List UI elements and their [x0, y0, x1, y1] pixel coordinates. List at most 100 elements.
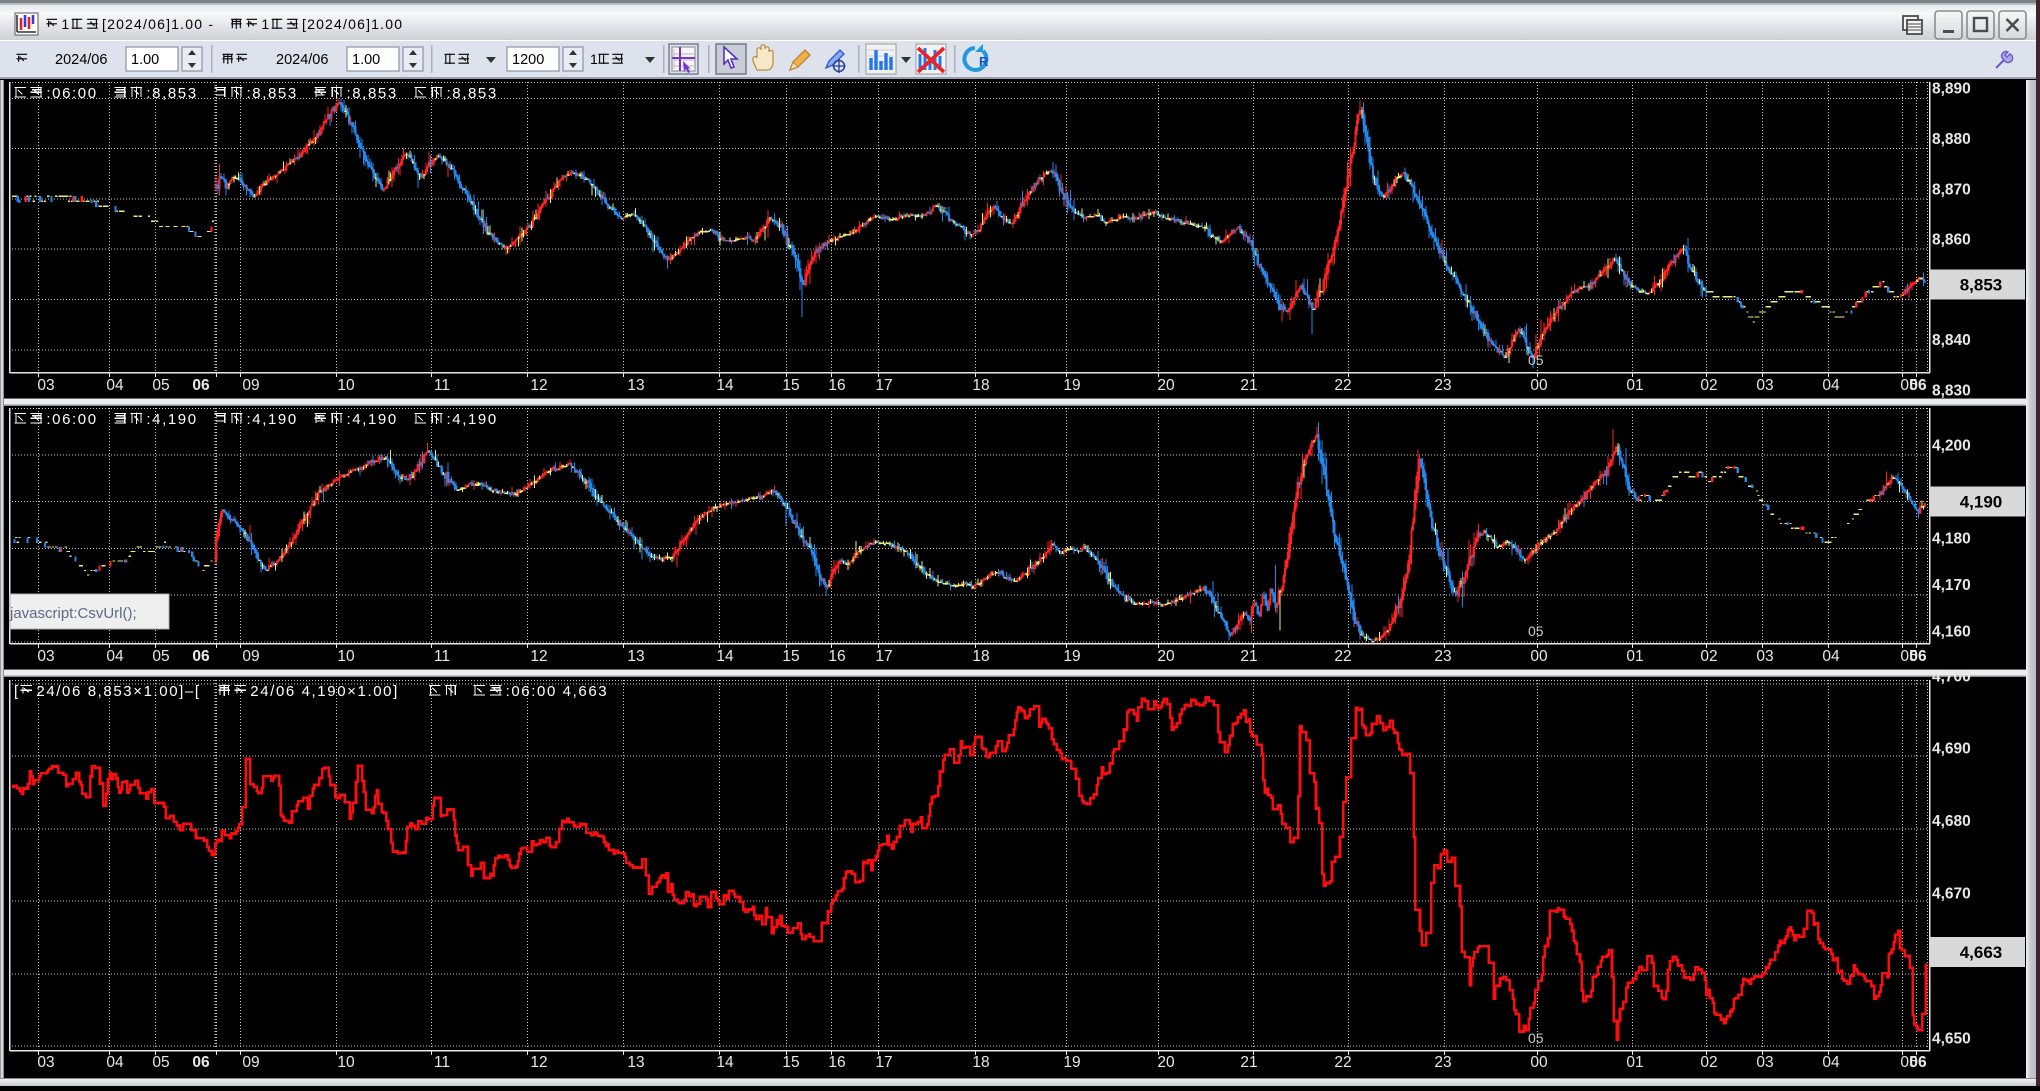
svg-text:4,700: 4,700 [1932, 669, 1971, 686]
svg-text:00: 00 [1530, 377, 1548, 394]
svg-text:06: 06 [192, 648, 210, 665]
svg-text::8,853: :8,853 [247, 85, 298, 102]
svg-text::4,190: :4,190 [447, 411, 498, 428]
svg-text:19: 19 [1063, 648, 1080, 665]
svg-text:06: 06 [192, 377, 210, 394]
svg-text:05: 05 [152, 1054, 169, 1071]
svg-text:22: 22 [1334, 1054, 1351, 1071]
svg-text:11: 11 [434, 377, 450, 394]
svg-text:4,690: 4,690 [1932, 741, 1971, 758]
svg-text:20: 20 [1157, 1054, 1175, 1071]
svg-text:17: 17 [875, 648, 892, 665]
svg-text:10: 10 [337, 1054, 355, 1071]
svg-text:8,880: 8,880 [1932, 131, 1971, 148]
svg-text:06: 06 [192, 1054, 210, 1071]
svg-text::4,190: :4,190 [146, 411, 197, 428]
svg-text:R: R [979, 54, 989, 69]
svg-text:15: 15 [782, 1054, 799, 1071]
svg-text:23: 23 [1434, 648, 1451, 665]
svg-text:05: 05 [152, 648, 169, 665]
svg-text:13: 13 [627, 1054, 644, 1071]
svg-text:8,853: 8,853 [1960, 275, 2003, 294]
svg-text:1.00: 1.00 [131, 52, 159, 68]
svg-text:[2024/06]1.00: [2024/06]1.00 [302, 16, 403, 32]
svg-text:1: 1 [61, 16, 70, 32]
svg-text:21: 21 [1240, 648, 1257, 665]
svg-text:04: 04 [1822, 377, 1840, 394]
svg-text:23: 23 [1434, 1054, 1451, 1071]
svg-text:17: 17 [875, 1054, 892, 1071]
svg-text::8,853: :8,853 [447, 85, 498, 102]
svg-text::06:00 4,663: :06:00 4,663 [506, 683, 609, 700]
svg-text:8,840: 8,840 [1932, 332, 1971, 349]
svg-text:04: 04 [1822, 1054, 1840, 1071]
svg-text:12: 12 [530, 1054, 547, 1071]
svg-text:10: 10 [337, 648, 355, 665]
svg-text:15: 15 [782, 377, 799, 394]
svg-text:03: 03 [1756, 1054, 1773, 1071]
svg-text:03: 03 [1756, 648, 1773, 665]
svg-text:12: 12 [530, 648, 547, 665]
svg-text:1: 1 [590, 51, 598, 67]
svg-text:20: 20 [1157, 648, 1175, 665]
svg-text::06:00: :06:00 [46, 85, 97, 102]
svg-text:03: 03 [37, 377, 54, 394]
svg-text:04: 04 [106, 648, 124, 665]
svg-text::4,190: :4,190 [347, 411, 398, 428]
svg-text:09: 09 [242, 377, 259, 394]
svg-text::06:00: :06:00 [46, 411, 97, 428]
svg-text:05: 05 [152, 377, 169, 394]
svg-text:03: 03 [1756, 377, 1773, 394]
svg-text:16: 16 [828, 648, 845, 665]
svg-text::4,190: :4,190 [247, 411, 298, 428]
svg-text:18: 18 [972, 1054, 989, 1071]
svg-text:14: 14 [716, 648, 734, 665]
svg-text:09: 09 [242, 1054, 259, 1071]
svg-text:01: 01 [1626, 648, 1643, 665]
svg-text:16: 16 [828, 1054, 845, 1071]
svg-text:4,663: 4,663 [1960, 943, 2003, 962]
svg-text:[: [ [14, 683, 20, 700]
svg-text:03: 03 [37, 1054, 54, 1071]
svg-text:8,870: 8,870 [1932, 181, 1971, 198]
svg-text:05: 05 [1528, 1030, 1544, 1046]
svg-text:19: 19 [1063, 1054, 1080, 1071]
svg-text:01: 01 [1626, 377, 1643, 394]
svg-text:09: 09 [242, 648, 259, 665]
svg-text:05: 05 [1528, 352, 1544, 368]
svg-text:21: 21 [1240, 1054, 1257, 1071]
svg-text:1.00: 1.00 [352, 52, 380, 68]
svg-text:4,160: 4,160 [1932, 624, 1971, 641]
svg-text:1: 1 [261, 16, 270, 32]
svg-text:22: 22 [1334, 377, 1351, 394]
svg-text:02: 02 [1700, 648, 1717, 665]
svg-text:19: 19 [1063, 377, 1080, 394]
svg-text:8,830: 8,830 [1932, 383, 1971, 400]
svg-text:20: 20 [1157, 377, 1175, 394]
svg-text::8,853: :8,853 [146, 85, 197, 102]
svg-text:06: 06 [1909, 1054, 1927, 1071]
svg-text:06: 06 [1909, 648, 1927, 665]
svg-text:8,860: 8,860 [1932, 232, 1971, 249]
svg-text:04: 04 [1822, 648, 1840, 665]
svg-text:04: 04 [106, 377, 124, 394]
svg-text:02: 02 [1700, 1054, 1717, 1071]
svg-text::8,853: :8,853 [347, 85, 398, 102]
svg-text:4,190: 4,190 [1960, 493, 2003, 512]
svg-text:11: 11 [434, 648, 450, 665]
svg-text:4,180: 4,180 [1932, 531, 1971, 548]
svg-text:01: 01 [1626, 1054, 1643, 1071]
svg-text:18: 18 [972, 377, 989, 394]
svg-text:javascript:CsvUrl();: javascript:CsvUrl(); [9, 605, 137, 622]
svg-text:10: 10 [337, 377, 355, 394]
svg-text:22: 22 [1334, 648, 1351, 665]
svg-text:4,670: 4,670 [1932, 886, 1971, 903]
svg-text:21: 21 [1240, 377, 1257, 394]
svg-text:16: 16 [828, 377, 845, 394]
svg-text:24/06 4,190×1.00]: 24/06 4,190×1.00] [250, 683, 399, 700]
svg-text:00: 00 [1530, 1054, 1548, 1071]
svg-text:4,650: 4,650 [1932, 1031, 1971, 1048]
svg-text:18: 18 [972, 648, 989, 665]
svg-text:17: 17 [875, 377, 892, 394]
svg-text:00: 00 [1530, 648, 1548, 665]
